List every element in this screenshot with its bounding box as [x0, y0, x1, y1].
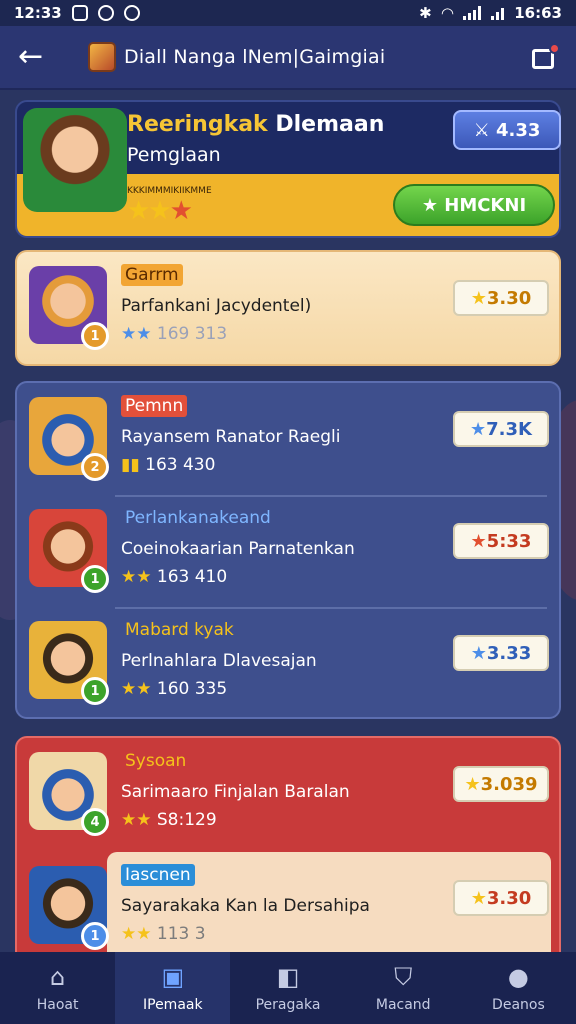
signal-icon	[463, 6, 482, 20]
tab-home[interactable]: ⌂ Haoat	[0, 952, 115, 1024]
shield-icon: ⛉	[394, 963, 413, 991]
tab-game[interactable]: ◧ Peragaka	[230, 952, 345, 1024]
player-tag: Pemnn	[121, 395, 188, 417]
player-stats: ★★ 169 313	[121, 324, 228, 344]
sword-icon: ⚔	[473, 119, 496, 141]
featured-player-card[interactable]: Reeringkak Dlemaan Pemglaan KKKIMMMIKIIK…	[15, 100, 561, 238]
tab-profile[interactable]: ● Deanos	[461, 952, 576, 1024]
tab-label: IPemaak	[143, 997, 203, 1013]
game-icon: ◧	[276, 963, 300, 991]
featured-title: Reeringkak Dlemaan	[127, 112, 385, 137]
rating-badge: ★ 7.3K	[453, 411, 549, 447]
signal-icon	[491, 6, 505, 20]
ranking-panel-red: 4 Sysoan Sarimaaro Finjalan Baralan ★★ S…	[15, 736, 561, 966]
profile-icon: ●	[507, 963, 529, 991]
rank-badge: 4	[81, 808, 109, 836]
ranking-panel-gold: 1 Garrm Parfankani Jacydentel) ★★ 169 31…	[15, 250, 561, 366]
ranking-panel-blue: 2 Pemnn Rayansem Ranator Raegli ▮▮ 163 4…	[15, 381, 561, 719]
list-item[interactable]: 1 Mabard kyak Perlnahlara Dlavesajan ★★ …	[17, 607, 563, 719]
tab-shield[interactable]: ⛉ Macand	[346, 952, 461, 1024]
rating-badge: ★ 3.039	[453, 766, 549, 802]
featured-action-button[interactable]: ★ HMCKNI	[393, 184, 555, 226]
player-name: Sayarakaka Kan la Dersahipa	[121, 896, 370, 916]
player-tag: Iascnen	[121, 864, 195, 886]
star-rating: ★★★	[127, 196, 193, 226]
app-logo	[88, 42, 116, 72]
home-icon: ⌂	[49, 963, 66, 991]
bluetooth-icon: ✱	[419, 4, 432, 22]
rating-badge: ⚔ 4.33	[453, 110, 561, 150]
notification-icon	[71, 5, 88, 21]
player-tag: Sysoan	[125, 751, 187, 771]
rank-badge: 1	[81, 922, 109, 950]
list-item[interactable]: 4 Sysoan Sarimaaro Finjalan Baralan ★★ S…	[17, 738, 559, 850]
tab-label: Deanos	[492, 997, 545, 1013]
featured-caption: KKKIMMMIKIIKMME	[127, 186, 212, 196]
tab-label: Haoat	[36, 997, 79, 1013]
player-stats: ★★ 113 3	[121, 924, 206, 944]
list-item[interactable]: 2 Pemnn Rayansem Ranator Raegli ▮▮ 163 4…	[17, 383, 563, 495]
page-title: Diall Nanga lNem|Gaimgiai	[124, 46, 386, 68]
player-tag: Perlankanakeand	[125, 508, 271, 528]
status-bar: 12:33 ✱ ◠ 16:63	[0, 0, 576, 26]
player-name: Rayansem Ranator Raegli	[121, 427, 341, 447]
avatar	[23, 108, 127, 212]
rating-badge: ★ 3.30	[453, 880, 549, 916]
app-status-icon	[123, 5, 140, 21]
rating-badge: ★ 3.30	[453, 280, 549, 316]
player-name: Coeinokaarian Parnatenkan	[121, 539, 355, 559]
ranking-icon: ▣	[161, 963, 185, 991]
list-item[interactable]: 1 Perlankanakeand Coeinokaarian Parnaten…	[17, 495, 563, 607]
player-stats: ▮▮ 163 430	[121, 455, 216, 475]
player-tag: Garrm	[121, 264, 183, 286]
bottom-tab-bar: ⌂ Haoat ▣ IPemaak ◧ Peragaka ⛉ Macand ● …	[0, 952, 576, 1024]
rank-badge: 1	[81, 565, 109, 593]
player-name: Perlnahlara Dlavesajan	[121, 651, 317, 671]
rating-badge: ★ 5:33	[453, 523, 549, 559]
status-clock: 16:63	[514, 4, 562, 22]
list-item[interactable]: 1 Iascnen Sayarakaka Kan la Dersahipa ★★…	[17, 852, 559, 964]
rank-badge: 1	[81, 677, 109, 705]
featured-subtitle: Pemglaan	[127, 144, 221, 166]
player-tag: Mabard kyak	[125, 620, 234, 640]
player-name: Sarimaaro Finjalan Baralan	[121, 782, 350, 802]
player-name: Parfankani Jacydentel)	[121, 296, 312, 316]
rank-badge: 2	[81, 453, 109, 481]
share-icon[interactable]	[530, 43, 560, 71]
settings-icon	[97, 5, 114, 21]
app-bar: ← Diall Nanga lNem|Gaimgiai	[0, 26, 576, 90]
player-stats: ★★ S8:129	[121, 810, 217, 830]
wifi-icon: ◠	[441, 4, 454, 22]
rank-badge: 1	[81, 322, 109, 350]
tab-label: Peragaka	[255, 997, 321, 1013]
rating-badge: ★ 3.33	[453, 635, 549, 671]
status-time: 12:33	[14, 4, 62, 22]
player-stats: ★★ 160 335	[121, 679, 228, 699]
tab-label: Macand	[375, 997, 431, 1013]
player-stats: ★★ 163 410	[121, 567, 228, 587]
list-item[interactable]: 1 Garrm Parfankani Jacydentel) ★★ 169 31…	[17, 252, 563, 364]
back-arrow-icon[interactable]: ←	[18, 42, 58, 72]
tab-ranking[interactable]: ▣ IPemaak	[115, 952, 231, 1024]
